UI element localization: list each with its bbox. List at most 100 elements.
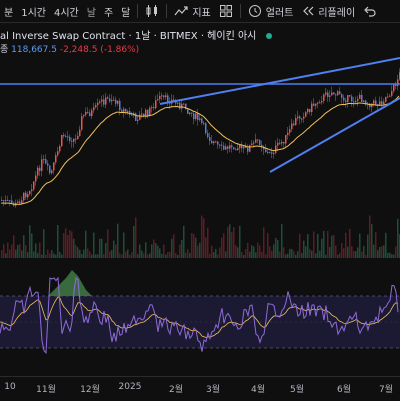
volume-bar bbox=[381, 246, 383, 258]
volume-bar bbox=[343, 248, 345, 258]
candle-body bbox=[211, 140, 213, 144]
rsi-overbought-fill bbox=[48, 270, 92, 296]
candle-body bbox=[323, 94, 325, 101]
time-axis-label: 5월 bbox=[289, 385, 305, 395]
candle-body bbox=[215, 141, 217, 143]
trendline-channel-top[interactable] bbox=[269, 57, 400, 84]
interval-button[interactable]: 1시간 bbox=[17, 0, 50, 22]
volume-bar bbox=[231, 231, 233, 258]
candle-body bbox=[51, 170, 53, 174]
layout-grid-icon[interactable] bbox=[215, 0, 237, 22]
volume-bar bbox=[211, 245, 213, 258]
volume-bar bbox=[7, 242, 9, 258]
price-chart[interactable] bbox=[0, 0, 400, 400]
candle-body bbox=[97, 102, 99, 106]
volume-bar bbox=[79, 249, 81, 258]
volume-bar bbox=[41, 254, 43, 258]
time-axis-label: 10 bbox=[4, 382, 16, 392]
candle-body bbox=[69, 136, 71, 141]
candle-body bbox=[193, 113, 195, 120]
undo-icon[interactable] bbox=[359, 0, 381, 22]
candle-body bbox=[275, 145, 277, 153]
volume-bar bbox=[293, 250, 295, 258]
volume-bar bbox=[219, 247, 221, 258]
interval-button[interactable]: 날 bbox=[83, 0, 100, 22]
interval-button[interactable]: 주 bbox=[100, 0, 117, 22]
candle-body bbox=[121, 110, 123, 112]
volume-bar bbox=[99, 238, 101, 258]
volume-bar bbox=[287, 253, 289, 258]
volume-bar bbox=[119, 253, 121, 258]
candle-body bbox=[249, 145, 251, 152]
candle-body bbox=[203, 122, 205, 124]
volume-bar bbox=[25, 245, 27, 258]
volume-bar bbox=[233, 226, 235, 258]
volume-bar bbox=[249, 251, 251, 258]
moving-average-line bbox=[0, 95, 400, 205]
volume-bar bbox=[309, 248, 311, 258]
candle-body bbox=[139, 114, 141, 120]
volume-bar bbox=[263, 227, 265, 258]
volume-bar bbox=[179, 244, 181, 258]
indicators-label: 지표 bbox=[192, 7, 211, 19]
candle-body bbox=[77, 135, 79, 140]
candle-body bbox=[225, 146, 227, 150]
volume-bar bbox=[317, 233, 319, 258]
volume-bar bbox=[37, 253, 39, 258]
volume-bar bbox=[67, 235, 69, 258]
candle-body bbox=[31, 189, 33, 192]
volume-bar bbox=[305, 246, 307, 258]
volume-bar bbox=[387, 252, 389, 258]
alert-button[interactable]: 얼러트 bbox=[244, 0, 298, 22]
candle-body bbox=[159, 95, 161, 100]
trendline-upper-left[interactable] bbox=[159, 82, 271, 105]
volume-bar bbox=[193, 233, 195, 258]
volume-bar bbox=[319, 250, 321, 258]
interval-button[interactable]: 4시간 bbox=[50, 0, 83, 22]
candle-body bbox=[321, 100, 323, 103]
symbol-title[interactable]: al Inverse Swap Contract · 1날 · BITMEX ·… bbox=[0, 31, 256, 42]
candle-body bbox=[291, 123, 293, 130]
candle-body bbox=[357, 98, 359, 101]
candle-body bbox=[199, 118, 201, 120]
volume-bar bbox=[265, 254, 267, 258]
candle-body bbox=[253, 142, 255, 144]
candle-body bbox=[67, 136, 69, 138]
volume-bar bbox=[393, 254, 395, 258]
candle-body bbox=[49, 165, 51, 174]
indicators-button[interactable]: 지표 bbox=[170, 0, 214, 22]
candle-body bbox=[309, 108, 311, 113]
replay-button[interactable]: 리플레이 bbox=[297, 0, 359, 22]
volume-bars bbox=[1, 215, 400, 258]
volume-bar bbox=[303, 240, 305, 258]
volume-bar bbox=[113, 240, 115, 258]
time-axis[interactable]: 10 11월 12월 2025 2월 3월 4월 5월 6월 7월 bbox=[0, 376, 400, 401]
volume-bar bbox=[93, 232, 95, 258]
candle-body bbox=[89, 112, 91, 117]
volume-bar bbox=[163, 244, 165, 258]
interval-button[interactable]: 달 bbox=[117, 0, 134, 22]
volume-bar bbox=[49, 253, 51, 258]
candle-body bbox=[229, 145, 231, 149]
candle-body bbox=[319, 102, 321, 104]
volume-bar bbox=[9, 249, 11, 258]
volume-bar bbox=[157, 245, 159, 258]
candle-body bbox=[189, 112, 191, 114]
volume-bar bbox=[357, 247, 359, 258]
volume-bar bbox=[53, 253, 55, 258]
volume-bar bbox=[161, 253, 163, 258]
candle-body bbox=[35, 175, 37, 182]
candle-body bbox=[307, 108, 309, 113]
volume-bar bbox=[311, 250, 313, 258]
volume-bar bbox=[57, 224, 59, 258]
candle-body bbox=[231, 145, 233, 148]
interval-group: 분 1시간 4시간 날 주 달 bbox=[0, 0, 134, 22]
volume-bar bbox=[89, 251, 91, 258]
bar-style-icon[interactable] bbox=[141, 0, 163, 22]
volume-bar bbox=[225, 251, 227, 258]
candle-body bbox=[389, 95, 391, 97]
volume-bar bbox=[111, 249, 113, 258]
interval-button[interactable]: 분 bbox=[0, 0, 17, 22]
toolbar-divider bbox=[239, 4, 241, 18]
volume-bar bbox=[349, 228, 351, 258]
